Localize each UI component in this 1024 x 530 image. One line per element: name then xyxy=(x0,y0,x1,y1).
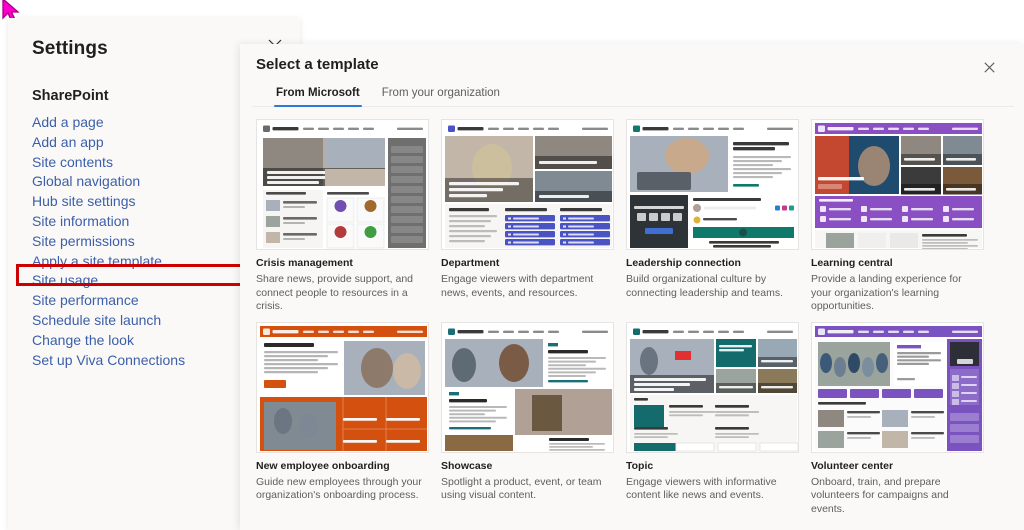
template-card-description: Provide a landing experience for your or… xyxy=(811,273,962,312)
crisis-management-thumbnail xyxy=(256,119,429,250)
template-card-showcase[interactable]: Showcase Spotlight a product, event, or t… xyxy=(441,321,614,517)
template-card-description: Share news, provide support, and connect… xyxy=(256,273,414,312)
template-card-learning-central[interactable]: Learning central Provide a landing experi… xyxy=(811,119,984,314)
template-card-title: Crisis management xyxy=(256,257,353,269)
template-card-department[interactable]: Department Engage viewers with department… xyxy=(441,119,614,314)
template-panel-header: Select a template xyxy=(240,44,1024,73)
leadership-connection-thumbnail xyxy=(626,119,799,250)
template-card-title: Leadership connection xyxy=(626,257,741,269)
template-card-title: New employee onboarding xyxy=(256,459,390,472)
template-card-volunteer-center[interactable]: Volunteer center Onboard, train, and prep… xyxy=(811,321,984,517)
template-source-tabs: From Microsoft From your organization xyxy=(252,73,1014,107)
close-icon[interactable] xyxy=(976,54,1002,80)
topic-thumbnail xyxy=(626,321,799,453)
template-card-title: Learning central xyxy=(811,257,893,269)
template-card-description: Onboard, train, and prepare volunteers f… xyxy=(811,475,949,515)
tab-from-microsoft[interactable]: From Microsoft xyxy=(274,83,362,107)
template-card-title: Showcase xyxy=(441,459,493,472)
template-card-description: Engage viewers with informative content … xyxy=(626,475,777,502)
template-card-topic[interactable]: Topic Engage viewers with informative con… xyxy=(626,321,799,517)
template-card-new-employee-onboarding[interactable]: New employee onboarding Guide new employe… xyxy=(256,321,429,517)
template-card-title: Volunteer center xyxy=(811,459,894,472)
template-card-grid: Crisis management Share news, provide sup… xyxy=(240,107,1024,516)
template-card-description: Engage viewers with department news, eve… xyxy=(441,273,594,299)
template-card-title: Department xyxy=(441,257,500,269)
tab-from-your-organization[interactable]: From your organization xyxy=(380,83,502,106)
template-card-title: Topic xyxy=(626,459,654,472)
select-template-panel: Select a template From Microsoft From you… xyxy=(240,44,1024,530)
department-thumbnail xyxy=(441,119,614,250)
close-glyph xyxy=(983,61,995,73)
template-panel-title: Select a template xyxy=(256,56,379,73)
template-card-leadership-connection[interactable]: Leadership connection Build organizationa… xyxy=(626,119,799,314)
showcase-thumbnail xyxy=(441,321,614,453)
app-root: Settings SharePoint Add a page Add an app… xyxy=(0,0,1024,530)
volunteer-center-thumbnail xyxy=(811,321,984,453)
template-card-description: Spotlight a product, event, or team usin… xyxy=(441,475,602,502)
template-card-description: Guide new employees through your organiz… xyxy=(256,475,422,502)
new-employee-onboarding-thumbnail xyxy=(256,321,429,453)
template-card-crisis-management[interactable]: Crisis management Share news, provide sup… xyxy=(256,119,429,314)
learning-central-thumbnail xyxy=(811,119,984,250)
template-card-description: Build organizational culture by connecti… xyxy=(626,273,784,299)
